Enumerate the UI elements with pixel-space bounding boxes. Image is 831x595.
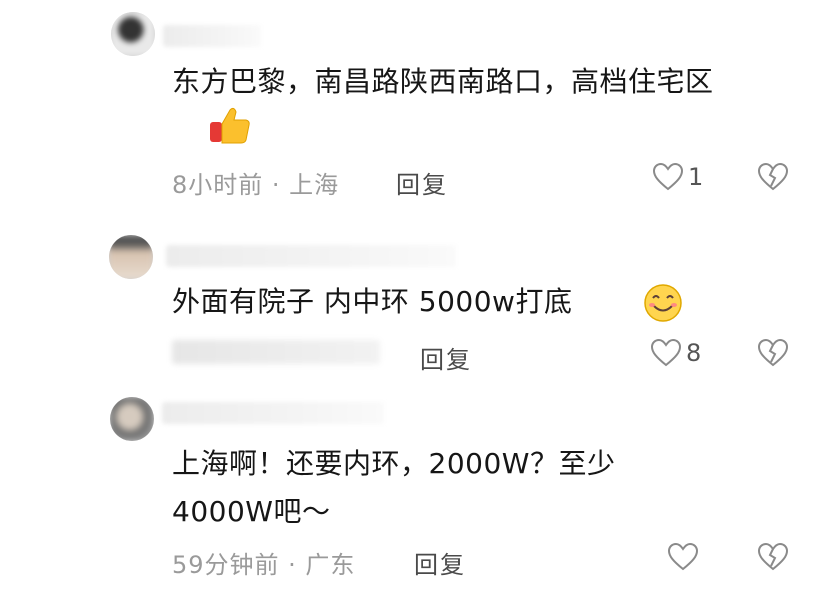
comment-time-location: 59分钟前 · 广东	[172, 551, 356, 579]
username-redacted[interactable]	[166, 245, 456, 267]
comment-time-location-redacted	[172, 340, 380, 364]
like-button[interactable]	[667, 542, 699, 572]
username-redacted[interactable]	[163, 25, 261, 47]
heart-icon	[667, 542, 699, 571]
like-count: 8	[686, 339, 702, 367]
comment-body: 上海啊！还要内环，2000W？至少4000W吧～	[172, 447, 616, 528]
comment-time-location: 8小时前 · 上海	[172, 171, 340, 199]
smile-emoji	[641, 282, 685, 328]
avatar[interactable]	[110, 397, 154, 441]
broken-heart-icon	[757, 338, 789, 367]
reply-button[interactable]: 回复	[396, 165, 448, 200]
avatar[interactable]	[109, 235, 153, 279]
like-button[interactable]: 1	[652, 162, 703, 192]
like-button[interactable]: 8	[650, 338, 701, 368]
like-count: 1	[688, 163, 704, 191]
dislike-button[interactable]	[757, 542, 789, 576]
heart-icon	[650, 338, 682, 367]
comment-text: 上海啊！还要内环，2000W？至少4000W吧～	[172, 440, 692, 536]
heart-icon	[652, 162, 684, 191]
broken-heart-icon	[757, 542, 789, 571]
broken-heart-icon	[757, 162, 789, 191]
comment-text: 东方巴黎，南昌路陕西南路口，高档住宅区	[172, 58, 772, 106]
username-redacted[interactable]	[162, 402, 384, 424]
comment-body: 外面有院子 内中环 5000w打底	[172, 285, 573, 318]
avatar[interactable]	[111, 12, 155, 56]
comment-body: 东方巴黎，南昌路陕西南路口，高档住宅区	[172, 65, 714, 98]
reply-button[interactable]: 回复	[420, 340, 472, 375]
thumbs-up-emoji	[208, 106, 252, 150]
dislike-button[interactable]	[757, 338, 789, 372]
reply-button[interactable]: 回复	[414, 545, 466, 580]
dislike-button[interactable]	[757, 162, 789, 196]
